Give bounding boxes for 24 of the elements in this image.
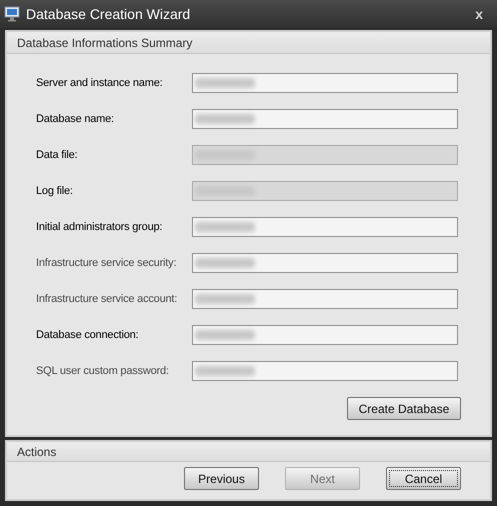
text-field[interactable]: [192, 109, 458, 129]
window-title: Database Creation Wizard: [26, 4, 190, 24]
text-field[interactable]: [192, 325, 458, 345]
field-label: SQL user custom password:: [36, 364, 170, 379]
field-label: Infrastructure service account:: [36, 292, 178, 307]
text-field[interactable]: [192, 217, 458, 237]
field-label: Database name:: [36, 112, 115, 127]
panel-title: Actions: [17, 444, 56, 460]
panel-title: Database Informations Summary: [17, 34, 192, 52]
wizard-button[interactable]: Cancel: [386, 467, 461, 490]
field-label: Data file:: [36, 148, 78, 163]
monitor-icon: [4, 6, 20, 22]
field-label: Database connection:: [36, 328, 140, 343]
field-label: Server and instance name:: [36, 76, 164, 91]
field-label: Infrastructure service security:: [36, 256, 178, 271]
field-label: Initial administrators group:: [36, 220, 164, 235]
text-field[interactable]: [192, 361, 458, 381]
text-field[interactable]: [192, 289, 458, 309]
create-database-button[interactable]: Create Database: [347, 397, 461, 420]
close-button[interactable]: x: [475, 4, 483, 24]
text-field[interactable]: [192, 253, 458, 273]
field-label: Log file:: [36, 184, 74, 199]
text-field[interactable]: [192, 73, 458, 93]
wizard-button[interactable]: Previous: [184, 467, 259, 490]
